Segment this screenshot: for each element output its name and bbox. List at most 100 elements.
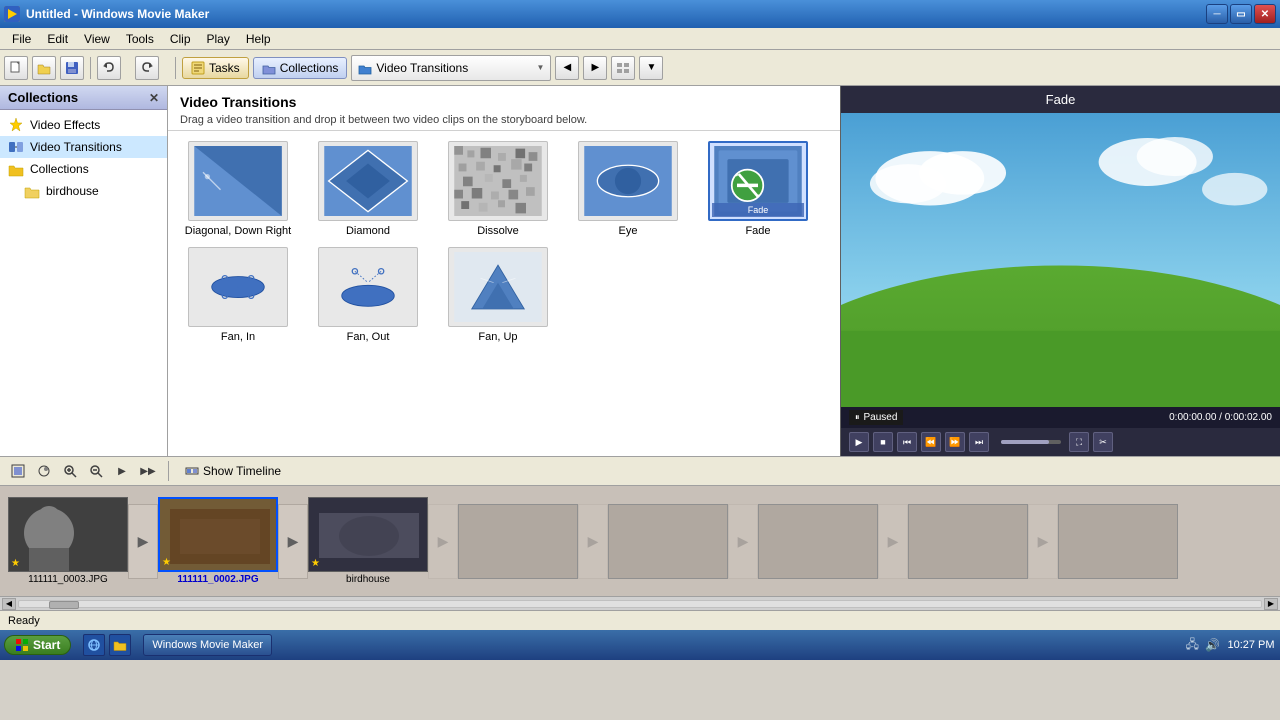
next-item-button[interactable]: ▶ [583, 56, 607, 80]
folder-logo [113, 638, 127, 652]
empty-slot-5 [1058, 504, 1178, 579]
storyboard-zoom-in[interactable] [60, 461, 80, 481]
transitions-content: Video Transitions Drag a video transitio… [168, 86, 840, 456]
story-thumb-2[interactable]: ★ [158, 497, 278, 572]
split-button[interactable]: ✂ [1093, 432, 1113, 452]
save-button[interactable] [60, 56, 84, 80]
ie-icon[interactable] [83, 634, 105, 656]
menu-tools[interactable]: Tools [118, 30, 162, 48]
taskbar-app-moviemaker[interactable]: Windows Movie Maker [143, 634, 272, 656]
menu-clip[interactable]: Clip [162, 30, 199, 48]
transition-dissolve[interactable]: Dissolve [438, 141, 558, 237]
clock: 10:27 PM [1226, 639, 1276, 651]
minimize-button[interactable]: ─ [1206, 4, 1228, 24]
menu-file[interactable]: File [4, 30, 39, 48]
category-dropdown[interactable]: Video Transitions ▼ [351, 55, 551, 81]
transition-fan-up[interactable]: Fan, Up [438, 247, 558, 343]
tasks-button[interactable]: Tasks [182, 57, 249, 79]
redo-button[interactable] [135, 56, 159, 80]
menu-play[interactable]: Play [199, 30, 238, 48]
story-clip-1[interactable]: ★ 111111_0003.JPG [8, 497, 128, 585]
rewind-button[interactable]: ⏪ [921, 432, 941, 452]
paused-label: Paused [864, 412, 898, 423]
clip3-image [309, 498, 428, 572]
transition-diagonal-down-right[interactable]: Diagonal, Down Right [178, 141, 298, 237]
transitions-grid: Diagonal, Down Right Diamond [168, 131, 840, 456]
story-thumb-1[interactable]: ★ [8, 497, 128, 572]
undo-button[interactable] [97, 56, 121, 80]
scroll-left-button[interactable]: ◀ [2, 598, 16, 610]
scroll-right-button[interactable]: ▶ [1264, 598, 1278, 610]
toolbar: Tasks Collections Video Transitions ▼ ◀ … [0, 50, 1280, 86]
storyboard-separator [168, 461, 169, 481]
clip2-label: 111111_0002.JPG [177, 574, 258, 585]
empty-slot-1 [458, 504, 578, 579]
sidebar-item-video-effects[interactable]: Video Effects [0, 114, 167, 136]
transition-fan-in[interactable]: Fan, In [178, 247, 298, 343]
volume-icon[interactable]: 🔊 [1205, 638, 1220, 652]
sidebar-item-birdhouse[interactable]: birdhouse [0, 180, 167, 202]
play-button[interactable]: ▶ [849, 432, 869, 452]
maximize-button[interactable]: ▭ [1230, 4, 1252, 24]
fade-label-overlay: Fade [748, 205, 769, 215]
paused-badge: ⏸ Paused [849, 410, 903, 425]
storyboard-play[interactable]: ▶ [112, 461, 132, 481]
sidebar-item-collections[interactable]: Collections [0, 158, 167, 180]
titlebar-left: Untitled - Windows Movie Maker [4, 6, 209, 22]
transition-thumb-eye [578, 141, 678, 221]
fast-forward-button[interactable]: ⏩ [945, 432, 965, 452]
empty-slot-4 [908, 504, 1028, 579]
close-button[interactable]: ✕ [1254, 4, 1276, 24]
transition-fan-out[interactable]: Fan, Out [308, 247, 428, 343]
horizontal-scrollbar[interactable]: ◀ ▶ [0, 596, 1280, 610]
scroll-thumb[interactable] [49, 601, 79, 609]
content-header: Video Transitions Drag a video transitio… [168, 86, 840, 131]
sidebar-close-button[interactable]: ✕ [149, 91, 159, 105]
system-tray: 🖧 🔊 10:27 PM [1186, 635, 1276, 656]
preview-image [841, 113, 1280, 407]
clip1-label: 111111_0003.JPG [28, 574, 108, 585]
new-button[interactable] [4, 56, 28, 80]
menu-view[interactable]: View [76, 30, 118, 48]
start-button[interactable]: Start [4, 635, 71, 655]
view-dropdown-button[interactable]: ▼ [639, 56, 663, 80]
menu-help[interactable]: Help [238, 30, 279, 48]
storyboard-zoom-out[interactable] [86, 461, 106, 481]
network-icon[interactable]: 🖧 [1186, 635, 1199, 656]
next-frame-button[interactable]: ⏭ [969, 432, 989, 452]
transition-arrow-1[interactable]: ▶ [128, 504, 158, 579]
explorer-icon[interactable] [109, 634, 131, 656]
transition-diamond[interactable]: Diamond [308, 141, 428, 237]
menu-edit[interactable]: Edit [39, 30, 76, 48]
storyboard-tool-1[interactable] [34, 461, 54, 481]
preview-time: 0:00:00.00 / 0:00:02.00 [1169, 412, 1272, 423]
transition-label-fade: Fade [745, 225, 770, 237]
sidebar-section: Video Effects Video Transitions Collecti… [0, 110, 167, 206]
transition-eye[interactable]: Eye [568, 141, 688, 237]
volume-bar[interactable] [1001, 440, 1061, 444]
prev-item-button[interactable]: ◀ [555, 56, 579, 80]
story-clip-2[interactable]: ★ 111111_0002.JPG [158, 497, 278, 585]
sidebar-header: Collections ✕ [0, 86, 167, 110]
story-clip-3[interactable]: ★ birdhouse [308, 497, 428, 585]
scroll-track[interactable] [18, 600, 1262, 608]
transition-fade[interactable]: Fade Fade [698, 141, 818, 237]
open-button[interactable] [32, 56, 56, 80]
prev-frame-button[interactable]: ⏮ [897, 432, 917, 452]
storyboard-zoom-fit[interactable] [8, 461, 28, 481]
transition-label-diagonal: Diagonal, Down Right [185, 225, 291, 237]
collections-button[interactable]: Collections [253, 57, 348, 79]
preview-status-row: ⏸ Paused 0:00:00.00 / 0:00:02.00 [841, 407, 1280, 428]
fullscreen-button[interactable]: ⛶ [1069, 432, 1089, 452]
show-timeline-label: Show Timeline [203, 464, 281, 478]
main-container: Collections ✕ Video Effects Video Transi… [0, 86, 1280, 456]
show-timeline-button[interactable]: Show Timeline [179, 462, 287, 480]
stop-button[interactable]: ■ [873, 432, 893, 452]
sidebar-item-video-transitions[interactable]: Video Transitions [0, 136, 167, 158]
view-options-button[interactable] [611, 56, 635, 80]
titlebar-controls[interactable]: ─ ▭ ✕ [1206, 4, 1276, 24]
transition-arrow-2[interactable]: ▶ [278, 504, 308, 579]
storyboard-play-full[interactable]: ▶▶ [138, 461, 158, 481]
story-thumb-3[interactable]: ★ [308, 497, 428, 572]
clip1-image [9, 498, 128, 572]
